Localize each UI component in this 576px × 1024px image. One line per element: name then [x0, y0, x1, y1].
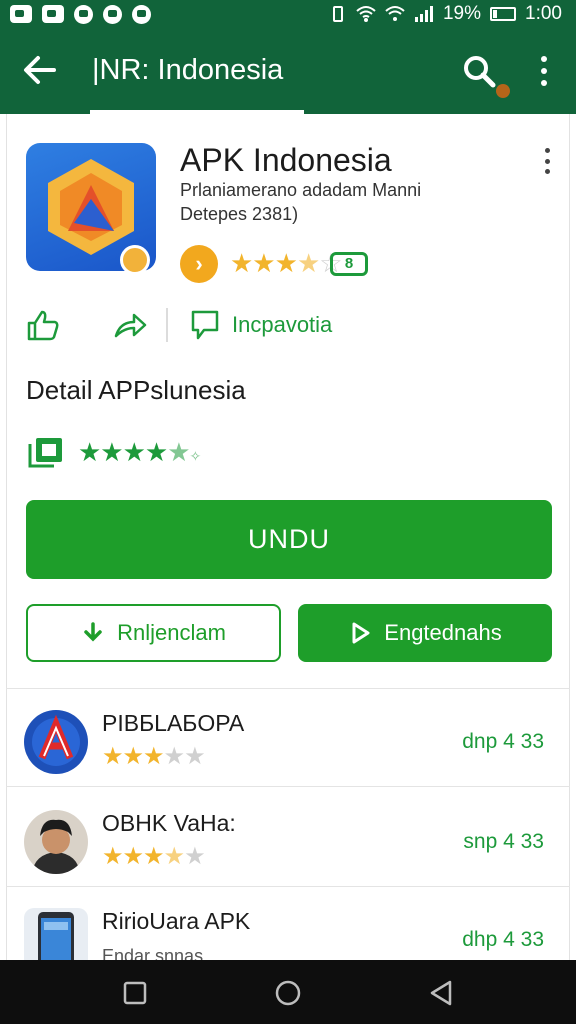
share-icon: [114, 313, 147, 338]
list-item-stars: ★★★★★: [102, 843, 206, 870]
image-notification-icon: [42, 5, 64, 23]
app-avatar: [24, 710, 88, 774]
app-bar-title: |NR: Indonesia: [92, 54, 284, 86]
recents-icon[interactable]: [120, 978, 150, 1008]
list-item-price: dnp 4 33: [462, 730, 544, 753]
notification-dot: [496, 84, 510, 98]
action-divider: [166, 308, 168, 342]
search-icon[interactable]: [462, 54, 496, 88]
list-item[interactable]: PIBБLAБOPA ★★★★★ dnp 4 33: [6, 700, 570, 798]
system-indicators: 19% 1:00: [329, 3, 562, 25]
notification-icons: [10, 4, 151, 24]
battery-percent: 19%: [442, 3, 482, 24]
filled-button-label: Engtednahs: [384, 620, 502, 645]
list-item-price: snp 4 33: [463, 830, 544, 853]
list-item[interactable]: OBHK VaHa: ★★★★★ snp 4 33: [6, 800, 570, 898]
like-button[interactable]: [26, 305, 60, 345]
back-arrow-icon[interactable]: [20, 52, 60, 88]
app-developer: Prlaniamerano adadam Manni: [180, 180, 422, 200]
list-divider: [6, 688, 570, 689]
review-icon: [191, 310, 219, 340]
card-more-icon[interactable]: [542, 148, 552, 174]
clock: 1:00: [525, 3, 562, 24]
list-divider: [6, 886, 570, 887]
detail-title: Detail APPslunesia: [26, 375, 246, 405]
app-name: APK Indonesia: [180, 142, 392, 178]
thumb-up-icon: [27, 310, 59, 341]
verified-badge-icon: [120, 245, 150, 275]
list-item-name: RirioUara APK: [102, 908, 251, 934]
home-icon[interactable]: [273, 978, 303, 1008]
wifi-icon: [356, 6, 376, 22]
shield-notification-icon: [103, 4, 122, 24]
secondary-outline-button[interactable]: Rnljenclam: [26, 604, 281, 662]
play-badge-icon: ›: [180, 245, 218, 283]
review-label: Incpavotia: [232, 312, 333, 337]
list-divider: [6, 786, 570, 787]
list-item-name: OBHK VaHa:: [102, 810, 236, 836]
notification-icon: [10, 5, 32, 23]
back-nav-icon[interactable]: [426, 978, 456, 1008]
app-date: Detepes 2381): [180, 204, 299, 224]
download-button[interactable]: UNDU: [26, 500, 552, 579]
detail-rating-stars: ★★★★★✧: [78, 437, 201, 467]
system-nav-bar: [0, 960, 576, 1024]
review-button[interactable]: Incpavotia: [190, 305, 332, 345]
download-icon: [84, 622, 102, 642]
outline-button-label: Rnljenclam: [117, 620, 226, 645]
vibrate-icon: [332, 6, 343, 22]
signal-icon: [414, 6, 433, 22]
play-button[interactable]: Engtednahs: [298, 604, 552, 662]
list-item-stars: ★★★★★: [102, 743, 206, 770]
battery-icon: [490, 7, 517, 21]
content-rating-badge: 8: [330, 252, 368, 276]
wifi-strength-icon: [385, 6, 405, 21]
user-avatar: [24, 810, 88, 874]
list-item-name: PIBБLAБOPA: [102, 710, 245, 736]
status-bar: 19% 1:00: [0, 0, 576, 28]
app-notification-icon: [132, 4, 151, 24]
share-button[interactable]: [112, 305, 148, 345]
more-vert-icon[interactable]: [532, 56, 556, 86]
sync-notification-icon: [74, 4, 93, 24]
app-bar: |NR: Indonesia: [0, 28, 576, 114]
list-item-price: dhp 4 33: [462, 928, 544, 951]
play-icon: [352, 622, 370, 644]
library-icon: [28, 438, 62, 468]
app-rating-stars: ★★★★☆: [230, 248, 343, 278]
